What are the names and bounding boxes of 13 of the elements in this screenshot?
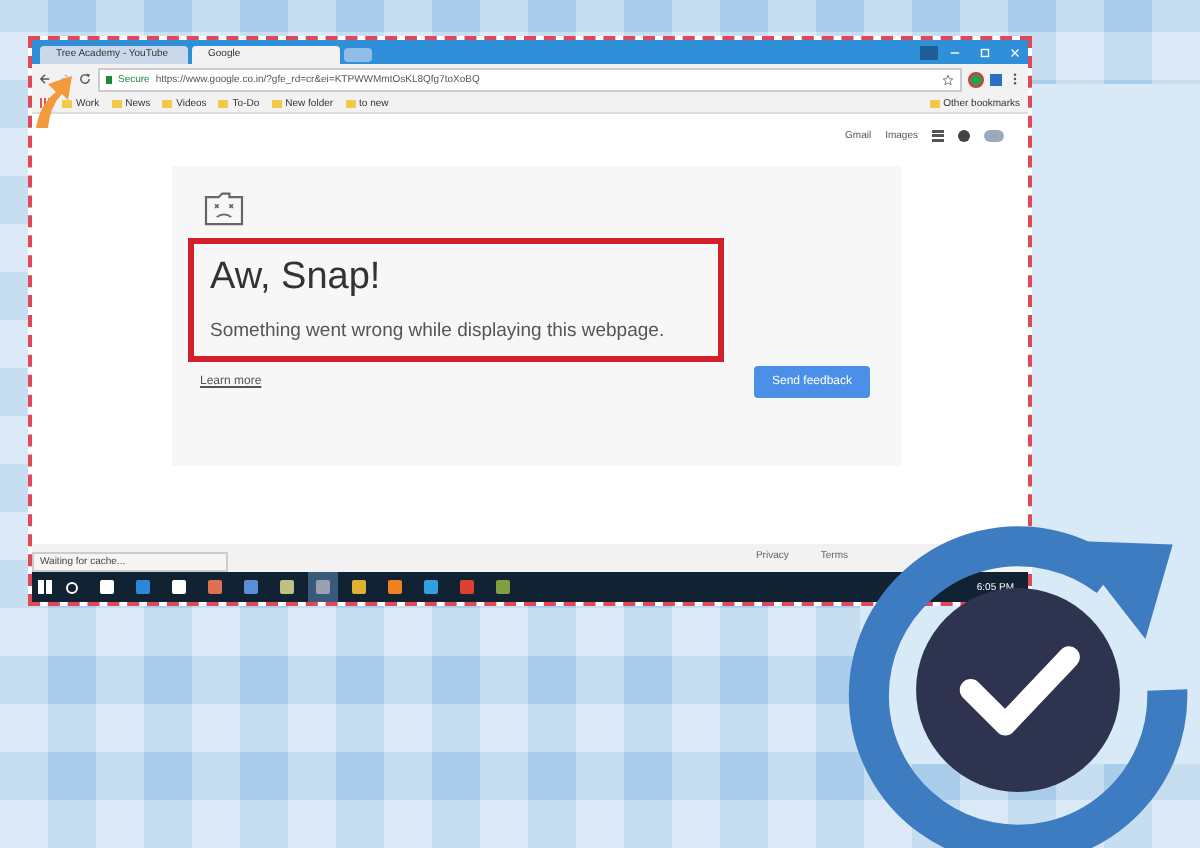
menu-icon[interactable] bbox=[1008, 72, 1022, 86]
error-title: Aw, Snap! bbox=[210, 256, 383, 300]
restore-icon[interactable] bbox=[978, 45, 992, 59]
sad-folder-icon bbox=[204, 190, 244, 226]
circle-icon[interactable] bbox=[66, 581, 78, 593]
back-icon[interactable] bbox=[38, 72, 52, 86]
reload-icon[interactable] bbox=[78, 72, 92, 86]
star-icon[interactable] bbox=[942, 73, 954, 85]
apps-grid-icon[interactable] bbox=[932, 130, 944, 142]
lock-icon bbox=[106, 75, 112, 83]
close-icon[interactable] bbox=[1008, 45, 1022, 59]
error-message: Something went wrong while displaying this webpage. bbox=[210, 320, 667, 342]
windows-logo-icon[interactable] bbox=[38, 580, 52, 594]
